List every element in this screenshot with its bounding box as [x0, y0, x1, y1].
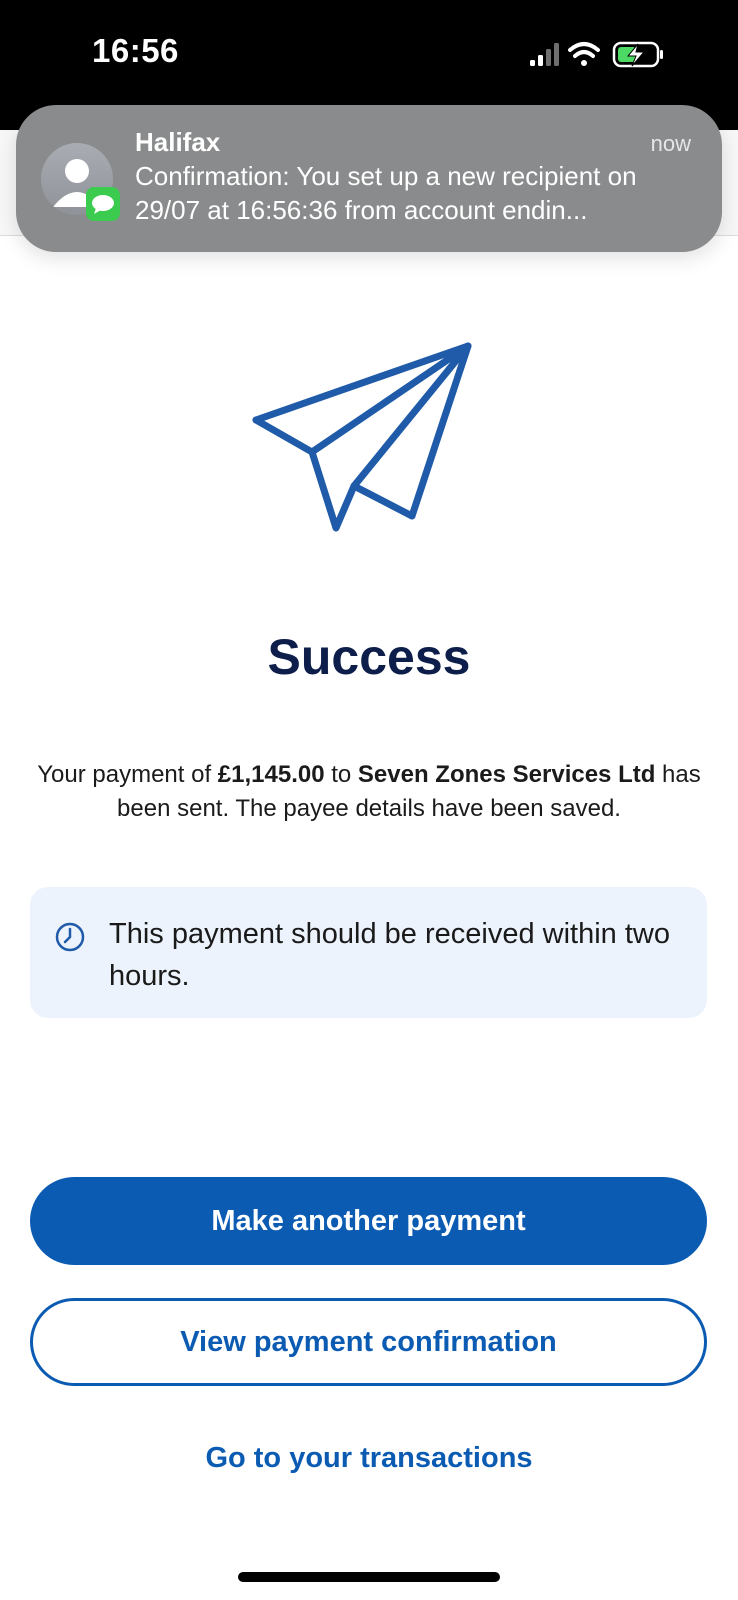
- clock-icon: [55, 922, 85, 952]
- info-text: This payment should be received within t…: [109, 918, 670, 992]
- notification-app-name: Halifax: [135, 127, 221, 157]
- paper-plane-icon: [252, 342, 472, 532]
- message-text-1: Your payment of: [37, 761, 218, 788]
- make-another-payment-button[interactable]: Make another payment: [30, 1177, 707, 1265]
- view-payment-confirmation-button[interactable]: View payment confirmation: [30, 1298, 707, 1386]
- status-icons: [530, 41, 663, 68]
- home-indicator[interactable]: [238, 1572, 500, 1582]
- payment-amount: £1,145.00: [217, 761, 325, 788]
- messages-badge-icon: [86, 187, 120, 221]
- page-title: Success: [267, 629, 471, 685]
- status-time: 16:56: [92, 32, 179, 69]
- push-notification[interactable]: Halifax now Confirmation: You set up a n…: [16, 105, 722, 252]
- battery-charging-icon: [612, 41, 663, 68]
- signal-icon: [530, 43, 559, 66]
- info-box: This payment should be received within t…: [30, 887, 707, 1018]
- notification-body: Confirmation: You set up a new recipient…: [135, 161, 637, 225]
- notification-time: now: [650, 131, 691, 156]
- payment-message: Your payment of £1,145.00 to Seven Zones…: [30, 758, 708, 826]
- message-text-2: to: [324, 761, 358, 788]
- go-to-transactions-link[interactable]: Go to your transactions: [0, 1442, 738, 1475]
- payee-name: Seven Zones Services Ltd: [357, 761, 656, 788]
- wifi-icon: [568, 42, 600, 66]
